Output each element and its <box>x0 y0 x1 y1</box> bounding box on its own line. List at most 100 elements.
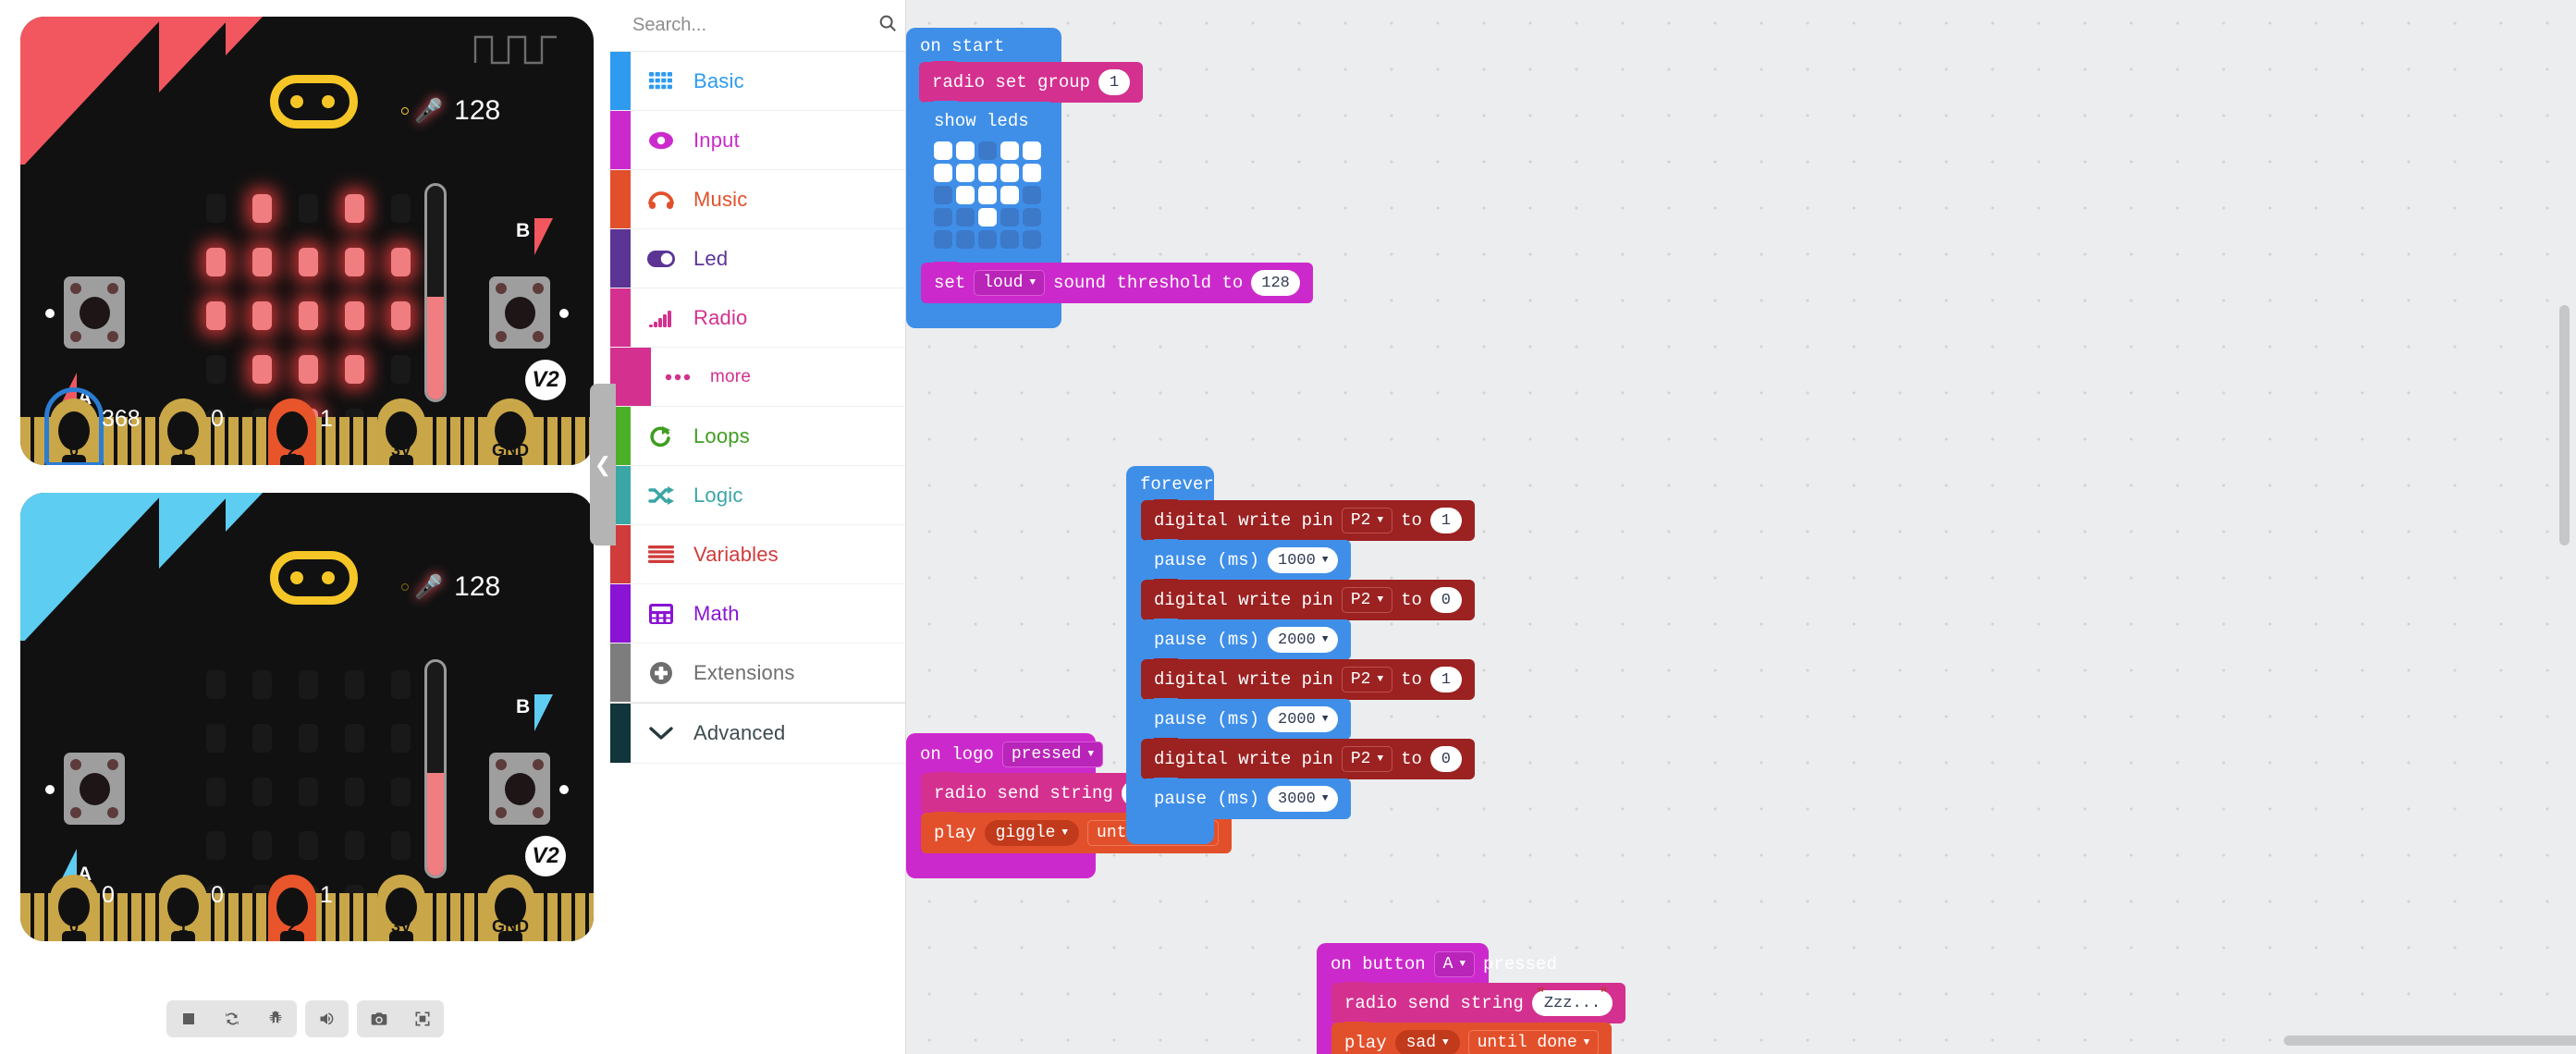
toolbox-category-led[interactable]: Led <box>610 229 905 288</box>
block-on-start[interactable]: on start radio set group 1 show leds set… <box>906 28 1313 328</box>
pin-2[interactable]: 2 <box>268 398 316 465</box>
led-toggle-cell[interactable] <box>1023 230 1041 249</box>
pin-0[interactable]: 0 <box>50 875 98 941</box>
fullscreen-icon[interactable] <box>400 1000 444 1037</box>
digital-write-value[interactable]: 1 <box>1429 667 1462 692</box>
led-grid-editor[interactable] <box>934 141 1041 249</box>
sound-icon[interactable] <box>305 1000 349 1037</box>
sound-threshold-value[interactable]: 128 <box>1251 270 1300 296</box>
debug-icon[interactable] <box>253 1000 297 1037</box>
button-b-2[interactable] <box>489 753 550 825</box>
toolbox-category-variables[interactable]: Variables <box>610 525 905 584</box>
pin-3v[interactable]: 3V <box>377 398 425 465</box>
pause-value-dropdown[interactable]: 2000 ▼ <box>1268 706 1339 732</box>
microbit-simulator-1[interactable]: 🎤 128 A B V2 0 368 1 0 2 1 3V GND <box>20 17 594 465</box>
camera-icon[interactable] <box>357 1000 400 1037</box>
sound-level-dropdown[interactable]: loud ▼ <box>974 270 1046 296</box>
pin-3v[interactable]: 3V <box>377 875 425 941</box>
restart-icon[interactable] <box>210 1000 253 1037</box>
pin-1[interactable]: 1 <box>159 398 207 465</box>
led-toggle-cell[interactable] <box>1023 164 1041 182</box>
button-a-2[interactable] <box>64 753 125 825</box>
microbit-logo-touch[interactable] <box>270 551 358 605</box>
led-toggle-cell[interactable] <box>934 186 952 204</box>
led-toggle-cell[interactable] <box>1000 186 1019 204</box>
block-pause[interactable]: pause (ms) 1000 ▼ <box>1141 539 1352 581</box>
led-toggle-cell[interactable] <box>934 230 952 249</box>
pin-1[interactable]: 1 <box>159 875 207 941</box>
block-on-button-a-pressed[interactable]: on button A▼ pressed radio send string Z… <box>1317 943 1626 1054</box>
led-toggle-cell[interactable] <box>956 230 975 249</box>
pause-value-dropdown[interactable]: 1000 ▼ <box>1268 547 1339 573</box>
led-toggle-cell[interactable] <box>1000 164 1019 182</box>
pin-dropdown[interactable]: P2 ▼ <box>1341 667 1393 692</box>
led-toggle-cell[interactable] <box>1023 208 1041 227</box>
led-toggle-cell[interactable] <box>1000 208 1019 227</box>
search-input[interactable] <box>632 15 877 36</box>
block-digital-write-pin[interactable]: digital write pin P2 ▼ to 1 <box>1141 658 1475 700</box>
block-digital-write-pin[interactable]: digital write pin P2 ▼ to 1 <box>1141 499 1475 541</box>
led-toggle-cell[interactable] <box>978 164 997 182</box>
pause-value-dropdown[interactable]: 3000 ▼ <box>1268 786 1339 812</box>
toolbox-category-music[interactable]: Music <box>610 170 905 229</box>
play-sound-dropdown[interactable]: sad ▼ <box>1394 1030 1460 1054</box>
led-toggle-cell[interactable] <box>956 141 975 160</box>
led-toggle-cell[interactable] <box>934 164 952 182</box>
vertical-scrollbar[interactable] <box>2559 305 2570 545</box>
led-toggle-cell[interactable] <box>978 208 997 227</box>
microbit-logo-touch[interactable] <box>270 75 358 129</box>
led-toggle-cell[interactable] <box>934 141 952 160</box>
horizontal-scrollbar[interactable] <box>2284 1036 2576 1046</box>
block-show-leds-on-start[interactable]: show leds <box>921 101 1054 264</box>
led-toggle-cell[interactable] <box>1000 141 1019 160</box>
pin-gnd[interactable]: GND <box>486 875 534 941</box>
play-sound-dropdown[interactable]: giggle ▼ <box>984 820 1080 846</box>
block-set-sound-threshold[interactable]: set loud ▼ sound threshold to 128 <box>921 262 1313 303</box>
toolbox-category-loops[interactable]: Loops <box>610 407 905 466</box>
toolbox-category-radio[interactable]: Radio <box>610 288 905 348</box>
led-toggle-cell[interactable] <box>978 230 997 249</box>
button-b-1[interactable] <box>489 276 550 349</box>
digital-write-value[interactable]: 0 <box>1429 587 1462 613</box>
sound-level-slider-1[interactable] <box>424 183 447 402</box>
toolbox-collapse-handle[interactable]: ❮ <box>590 384 616 545</box>
led-toggle-cell[interactable] <box>1023 186 1041 204</box>
digital-write-value[interactable]: 1 <box>1429 508 1462 533</box>
led-toggle-cell[interactable] <box>978 141 997 160</box>
sound-level-slider-2[interactable] <box>424 659 447 878</box>
led-toggle-cell[interactable] <box>956 164 975 182</box>
block-radio-set-group[interactable]: radio set group 1 <box>919 61 1144 103</box>
pin-dropdown[interactable]: P2 ▼ <box>1341 508 1393 533</box>
toolbox-category-input[interactable]: Input <box>610 111 905 170</box>
led-toggle-cell[interactable] <box>934 208 952 227</box>
block-forever[interactable]: forever digital write pin P2 ▼ to 1 pause (ms… <box>1126 466 1475 844</box>
toolbox-category-extensions[interactable]: Extensions <box>610 643 905 703</box>
led-toggle-cell[interactable] <box>956 186 975 204</box>
search-icon[interactable] <box>877 13 898 38</box>
led-toggle-cell[interactable] <box>1023 141 1041 160</box>
led-toggle-cell[interactable] <box>978 186 997 204</box>
pin-2[interactable]: 2 <box>268 875 316 941</box>
pin-dropdown[interactable]: P2 ▼ <box>1341 587 1393 613</box>
block-digital-write-pin[interactable]: digital write pin P2 ▼ to 0 <box>1141 579 1475 620</box>
pin-dropdown[interactable]: P2 ▼ <box>1341 746 1393 772</box>
blocks-workspace[interactable]: on start radio set group 1 show leds set… <box>906 0 2576 1054</box>
button-a-1[interactable] <box>64 276 125 349</box>
pause-value-dropdown[interactable]: 2000 ▼ <box>1268 627 1339 653</box>
block-radio-send-zzz[interactable]: radio send string Zzz... <box>1331 982 1626 1023</box>
toolbox-category-basic[interactable]: Basic <box>610 52 905 111</box>
toolbox-category-more[interactable]: more <box>610 348 905 407</box>
microbit-simulator-2[interactable]: 🎤 128 A B V2 0 0 1 0 2 1 3V GND <box>20 493 594 941</box>
block-pause[interactable]: pause (ms) 3000 ▼ <box>1141 778 1352 819</box>
digital-write-value[interactable]: 0 <box>1429 746 1462 772</box>
block-play-sad[interactable]: play sad ▼ until done ▼ <box>1331 1022 1613 1054</box>
radio-send-value[interactable]: Zzz... <box>1531 987 1613 1016</box>
pin-gnd[interactable]: GND <box>486 398 534 465</box>
play-mode-dropdown[interactable]: until done▼ <box>1467 1030 1600 1054</box>
radio-group-value[interactable]: 1 <box>1098 69 1131 95</box>
led-toggle-cell[interactable] <box>1000 230 1019 249</box>
block-on-logo-pressed[interactable]: on logo pressed▼ radio send string HaHa … <box>906 733 1232 878</box>
toolbox-category-math[interactable]: Math <box>610 584 905 643</box>
toolbox-advanced-toggle[interactable]: Advanced <box>610 703 905 764</box>
toolbox-category-logic[interactable]: Logic <box>610 466 905 525</box>
